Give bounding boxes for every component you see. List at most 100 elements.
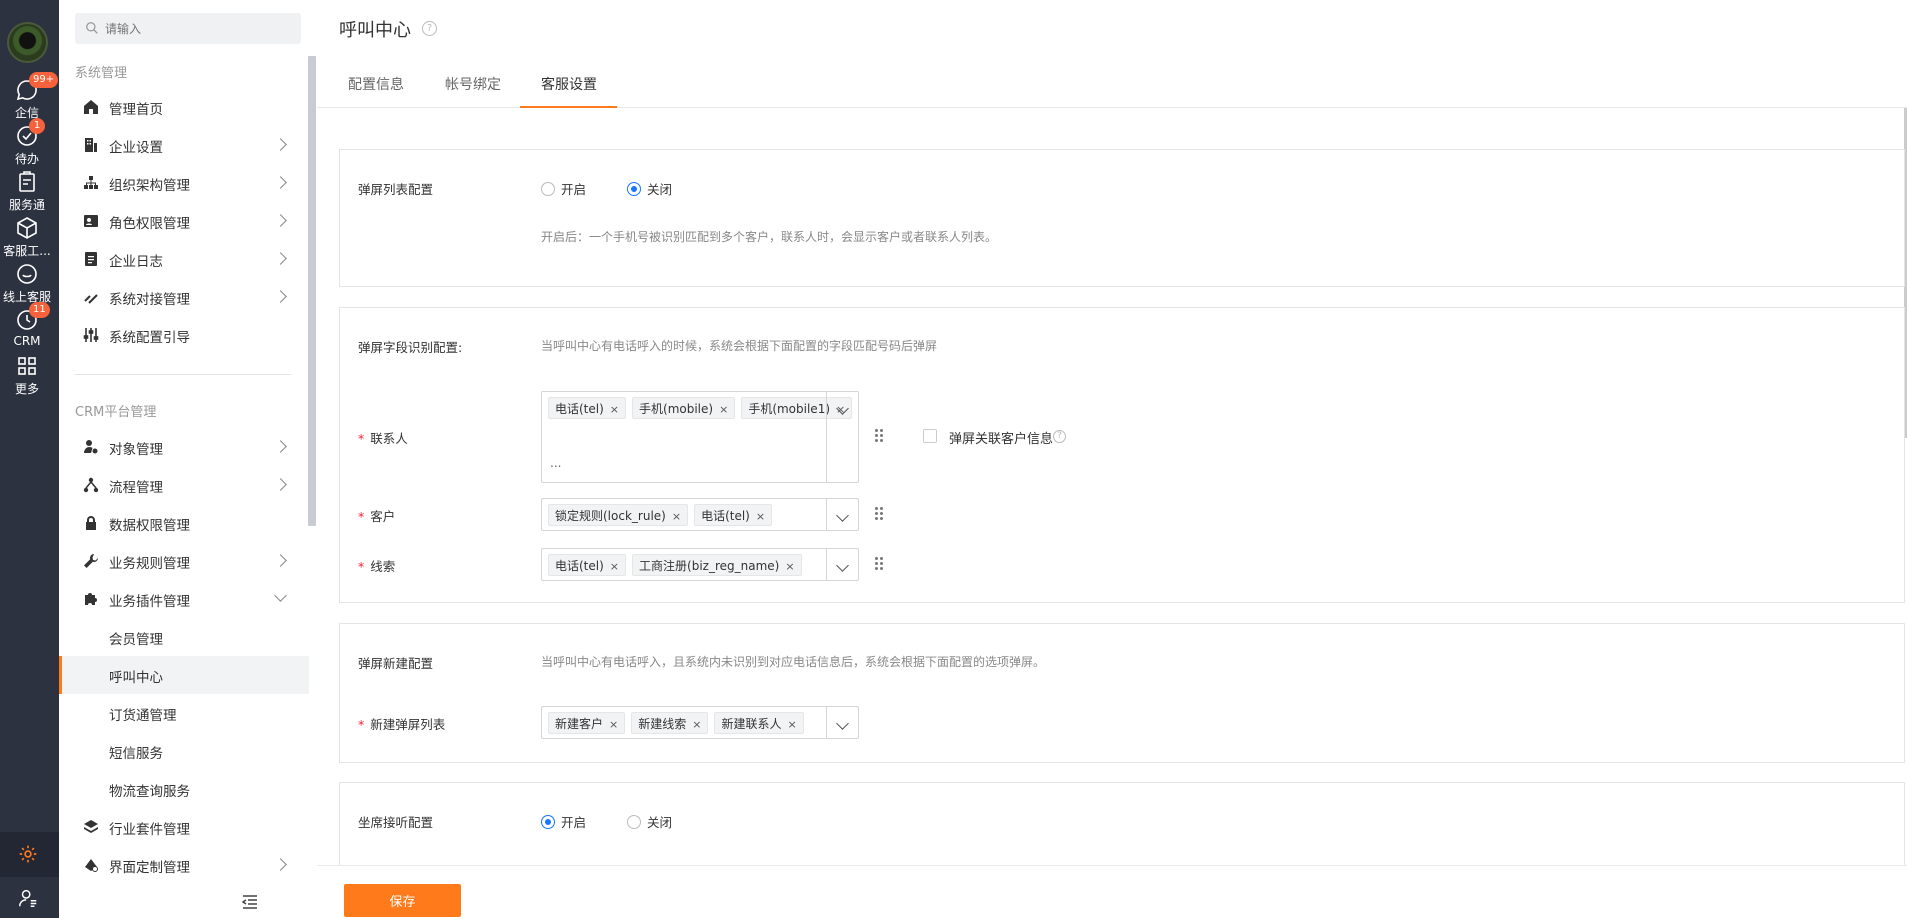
unread-badge: 99+	[29, 72, 59, 88]
sidebar-subitem-logistics[interactable]: 物流查询服务	[59, 770, 309, 808]
collapse-sidebar-icon[interactable]	[242, 895, 258, 909]
new-popup-config-label: 弹屏新建配置	[358, 656, 434, 671]
group-title-system: 系统管理	[75, 66, 128, 81]
radio-circle	[627, 814, 641, 829]
rail-item-cs-workbench[interactable]: 客服工...	[0, 216, 54, 259]
rail-item-online-cs[interactable]: 线上客服	[0, 262, 54, 305]
chevron-right-icon	[274, 176, 287, 189]
building-icon	[85, 138, 97, 152]
popup-list-off-radio[interactable]: 关闭	[627, 179, 672, 198]
dropdown-toggle[interactable]	[826, 549, 858, 580]
rail-item-qixin[interactable]: 企信 99+	[0, 72, 59, 121]
radio-circle	[541, 814, 555, 829]
help-icon[interactable]: ?	[422, 21, 437, 36]
tag-close-icon[interactable]: ×	[787, 718, 796, 731]
sidebar-item-process-management[interactable]: 流程管理	[59, 466, 309, 504]
field-tag: 锁定规则(lock_rule) ×	[548, 504, 689, 526]
link-icon	[84, 294, 98, 304]
new-popup-list-select[interactable]: 新建客户 × 新建线索 × 新建联系人 ×	[541, 706, 859, 739]
group-title-crm: CRM平台管理	[75, 405, 157, 420]
chevron-down-icon	[836, 402, 849, 415]
sidebar-item-company-settings[interactable]: 企业设置	[59, 126, 309, 164]
drag-handle-icon[interactable]	[875, 507, 885, 523]
tag-close-icon[interactable]: ×	[756, 510, 765, 523]
lead-field-label: * 线索	[358, 559, 396, 574]
tab-config-info[interactable]: 配置信息	[348, 74, 404, 94]
sidebar-subitem-order-management[interactable]: 订货通管理	[59, 694, 309, 732]
field-tag: 工商注册(biz_reg_name) ×	[632, 554, 802, 576]
chevron-right-icon	[274, 290, 287, 303]
tag-close-icon[interactable]: ×	[692, 718, 701, 731]
tab-account-binding[interactable]: 帐号绑定	[445, 74, 501, 94]
chevron-down-icon	[836, 717, 849, 730]
dropdown-toggle[interactable]	[826, 499, 858, 530]
sidebar-item-system-integration[interactable]: 系统对接管理	[59, 278, 309, 316]
tab-cs-settings[interactable]: 客服设置	[541, 74, 597, 94]
popup-list-config-card: 弹屏列表配置 开启 关闭 开启后：一个手机号被识别匹配到多个客户，联系人时，会显…	[339, 149, 1905, 287]
popup-list-description: 开启后：一个手机号被识别匹配到多个客户，联系人时，会显示客户或者联系人列表。	[541, 230, 998, 244]
link-customer-checkbox[interactable]	[923, 429, 937, 443]
tag-close-icon[interactable]: ×	[610, 403, 619, 416]
sidebar-subitem-membership[interactable]: 会员管理	[59, 618, 309, 656]
tag-close-icon[interactable]: ×	[785, 560, 794, 573]
new-popup-config-card: 弹屏新建配置 当呼叫中心有电话呼入，且系统内未识别到对应电话信息后，系统会根据下…	[339, 623, 1905, 763]
search-input[interactable]	[105, 13, 285, 44]
sidebar-item-label: 企业设置	[109, 140, 163, 156]
sidebar-item-role-permissions[interactable]: 角色权限管理	[59, 202, 309, 240]
contact-fields-select[interactable]: 电话(tel) × 手机(mobile) × 手机(mobile1) × ...	[541, 391, 859, 483]
dropdown-toggle[interactable]	[826, 707, 858, 738]
tag-close-icon[interactable]: ×	[609, 718, 618, 731]
customer-fields-select[interactable]: 锁定规则(lock_rule) × 电话(tel) ×	[541, 498, 859, 531]
chevron-right-icon	[274, 138, 287, 151]
required-mark: *	[358, 431, 365, 446]
sidebar-item-industry-suite[interactable]: 行业套件管理	[59, 808, 309, 846]
sidebar-subitem-call-center[interactable]: 呼叫中心	[59, 656, 309, 694]
sidebar-item-label: 管理首页	[109, 102, 163, 118]
sidebar-item-config-guide[interactable]: 系统配置引导	[59, 316, 309, 354]
search-icon	[86, 22, 98, 34]
rail-label: 待办	[14, 152, 39, 166]
field-tag: 电话(tel) ×	[694, 504, 773, 526]
sidebar-item-home[interactable]: 管理首页	[59, 88, 309, 126]
agent-answer-config-card: 坐席接听配置 开启 关闭	[339, 782, 1905, 872]
user-settings-icon[interactable]	[17, 887, 39, 909]
save-button[interactable]: 保存	[344, 884, 461, 917]
agent-answer-off-radio[interactable]: 关闭	[627, 812, 672, 831]
id-card-icon	[84, 215, 98, 227]
tag-list: 新建客户 × 新建线索 × 新建联系人 ×	[548, 712, 804, 734]
sidebar-item-ui-customization[interactable]: 界面定制管理	[59, 846, 309, 884]
paint-icon	[85, 859, 98, 872]
rail-settings-active[interactable]	[0, 832, 59, 877]
rail-item-todo[interactable]: 待办 1	[0, 118, 54, 167]
popup-list-on-radio[interactable]: 开启	[541, 179, 586, 198]
drag-handle-icon[interactable]	[875, 557, 885, 573]
rail-item-service[interactable]: 服务通	[0, 170, 54, 213]
tag-close-icon[interactable]: ×	[610, 560, 619, 573]
rail-item-more[interactable]: 更多	[0, 354, 54, 397]
sidebar-divider	[75, 374, 291, 375]
help-icon[interactable]: ?	[1053, 430, 1066, 443]
rail-item-crm[interactable]: CRM 11	[0, 302, 54, 348]
dropdown-toggle[interactable]	[826, 392, 858, 482]
drag-handle-icon[interactable]	[875, 429, 885, 445]
sidebar-item-business-plugins[interactable]: 业务插件管理	[59, 580, 309, 618]
lead-fields-select[interactable]: 电话(tel) × 工商注册(biz_reg_name) ×	[541, 548, 859, 581]
contact-field-label: * 联系人	[358, 431, 408, 446]
app-logo[interactable]	[7, 22, 48, 63]
sidebar-item-company-log[interactable]: 企业日志	[59, 240, 309, 278]
sidebar-item-org-structure[interactable]: 组织架构管理	[59, 164, 309, 202]
smile-icon	[17, 264, 37, 284]
sidebar-item-object-management[interactable]: 对象管理	[59, 428, 309, 466]
tag-close-icon[interactable]: ×	[672, 510, 681, 523]
tag-close-icon[interactable]: ×	[719, 403, 728, 416]
sidebar-item-label: 系统配置引导	[109, 330, 190, 346]
sidebar-subitem-sms-service[interactable]: 短信服务	[59, 732, 309, 770]
sidebar-item-data-permissions[interactable]: 数据权限管理	[59, 504, 309, 542]
sidebar-scrollbar[interactable]	[308, 56, 316, 526]
gear-icon	[19, 845, 37, 863]
sidebar-search[interactable]	[75, 13, 301, 44]
sidebar-item-business-rules[interactable]: 业务规则管理	[59, 542, 309, 580]
agent-answer-on-radio[interactable]: 开启	[541, 812, 586, 831]
field-tag: 手机(mobile) ×	[632, 397, 736, 419]
customer-field-label: * 客户	[358, 509, 396, 524]
